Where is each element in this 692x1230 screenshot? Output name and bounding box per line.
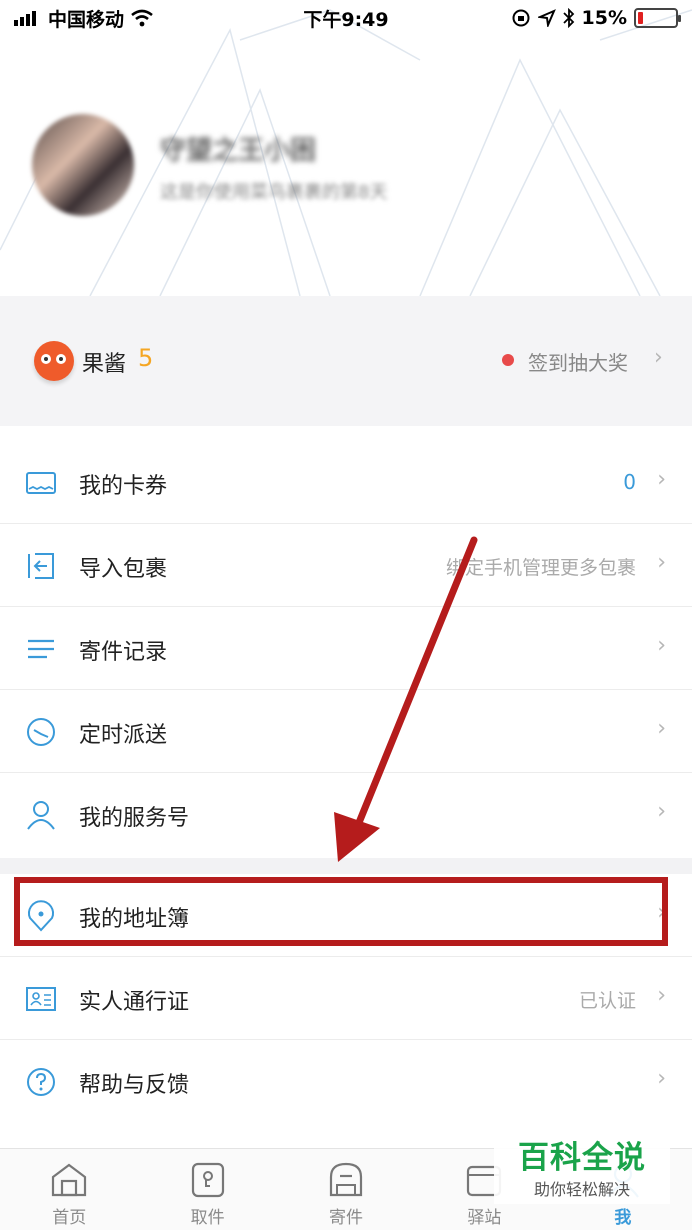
carrier-label: 中国移动 (48, 8, 125, 31)
tab-label: 驿站 (467, 1208, 502, 1228)
menu-item-send-records[interactable]: 寄件记录 › (0, 607, 692, 690)
chevron-right-icon: › (657, 550, 666, 575)
location-arrow-icon (537, 9, 556, 27)
coupon-count: 0 (623, 470, 636, 494)
tab-pickup[interactable]: 取件 (138, 1149, 276, 1230)
watermark-title: 百科全说 (518, 1140, 646, 1176)
avatar[interactable] (32, 114, 134, 216)
chevron-right-icon: › (657, 716, 666, 741)
points-label: 果酱 (82, 352, 127, 377)
chevron-right-icon: › (657, 799, 666, 824)
menu-item-help-feedback[interactable]: 帮助与反馈 › (0, 1040, 692, 1123)
menu-label: 我的卡券 (79, 474, 168, 499)
person-icon (27, 801, 55, 830)
watermark-subtitle: 助你轻松解决 (533, 1180, 630, 1199)
user-name: 守望之王小困 (160, 136, 317, 166)
signal-icon (14, 11, 36, 26)
menu-group-1: 我的卡券 0 › 导入包裹 绑定手机管理更多包裹 › 寄件记录 › 定时派送 › (0, 441, 692, 856)
help-icon (27, 1068, 55, 1096)
menu-label: 帮助与反馈 (79, 1073, 190, 1098)
tab-send[interactable]: 寄件 (277, 1149, 415, 1230)
checkin-dot-icon (502, 354, 514, 366)
list-icon (28, 639, 54, 659)
battery-percent: 15% (581, 7, 627, 29)
coupon-icon (26, 472, 56, 494)
checkin-link[interactable]: 签到抽大奖 (528, 347, 628, 376)
menu-item-address-book[interactable]: 我的地址簿 › (0, 874, 692, 957)
section-divider (0, 858, 692, 874)
menu-group-2: 我的地址簿 › 实人通行证 已认证 › 帮助与反馈 › (0, 874, 692, 1123)
user-days-text: 这是你使用菜鸟裹裹的第8天 (160, 182, 388, 203)
menu-hint: 绑定手机管理更多包裹 (445, 557, 636, 579)
menu-label: 实人通行证 (79, 990, 190, 1015)
menu-item-identity-pass[interactable]: 实人通行证 已认证 › (0, 957, 692, 1040)
menu-item-coupons[interactable]: 我的卡券 0 › (0, 441, 692, 524)
pickup-icon (191, 1162, 224, 1198)
chevron-right-icon: › (657, 1066, 666, 1091)
menu-item-import-package[interactable]: 导入包裹 绑定手机管理更多包裹 › (0, 524, 692, 607)
tab-label: 取件 (190, 1208, 225, 1228)
points-value: 5 (138, 344, 154, 372)
menu-label: 导入包裹 (79, 557, 168, 582)
mascot-icon (34, 341, 74, 381)
menu-label: 定时派送 (79, 723, 168, 748)
watermark: 百科全说 助你轻松解决 (494, 1120, 670, 1204)
bluetooth-icon (562, 8, 574, 28)
battery-level (638, 12, 644, 24)
chevron-right-icon: › (654, 345, 663, 370)
id-card-icon (26, 987, 56, 1011)
send-icon (329, 1162, 363, 1197)
profile-header: 守望之王小困 这是你使用菜鸟裹裹的第8天 (0, 0, 692, 296)
chevron-right-icon: › (657, 983, 666, 1008)
menu-label: 我的地址簿 (79, 907, 190, 932)
tab-label: 寄件 (329, 1208, 364, 1228)
status-bar: 中国移动 下午9:49 15% (0, 0, 692, 36)
home-icon (52, 1163, 87, 1197)
import-icon (28, 553, 54, 579)
menu-label: 寄件记录 (79, 640, 168, 665)
location-icon (28, 900, 54, 932)
menu-item-scheduled-delivery[interactable]: 定时派送 › (0, 690, 692, 773)
menu-label: 我的服务号 (79, 806, 190, 831)
battery-icon (634, 8, 681, 28)
tab-label: 首页 (52, 1208, 87, 1228)
clock-icon (27, 718, 55, 746)
chevron-right-icon: › (657, 467, 666, 492)
menu-item-service-account[interactable]: 我的服务号 › (0, 773, 692, 856)
tab-label: 我 (614, 1208, 632, 1228)
verification-status: 已认证 (578, 990, 636, 1012)
chevron-right-icon: › (657, 633, 666, 658)
wifi-icon (131, 9, 153, 27)
rotation-lock-icon (512, 9, 530, 27)
status-time: 下午9:49 (303, 8, 389, 31)
tab-home[interactable]: 首页 (0, 1149, 138, 1230)
chevron-right-icon: › (657, 900, 666, 925)
